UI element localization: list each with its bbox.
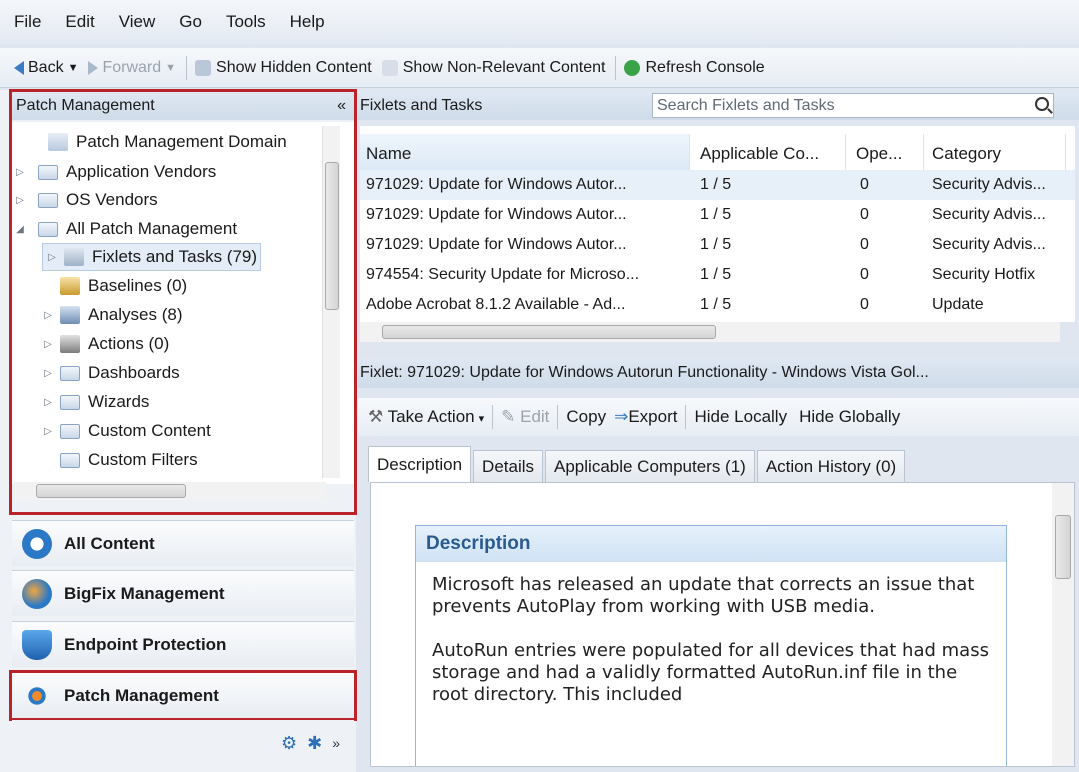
description-body: Microsoft has released an update that co… (416, 562, 1006, 740)
menu-edit[interactable]: Edit (65, 12, 94, 32)
scrollbar-thumb[interactable] (1055, 515, 1071, 579)
cell-applicable: 1 / 5 (700, 206, 732, 223)
description-paragraph: AutoRun entries were populated for all d… (432, 640, 989, 705)
cell-category: Security Advis... (932, 236, 1046, 253)
fixlet-header: Fixlet: 971029: Update for Windows Autor… (358, 358, 1079, 388)
options-icon[interactable]: ✱ (307, 733, 322, 754)
menu-view[interactable]: View (119, 12, 156, 32)
scrollbar-thumb[interactable] (382, 325, 716, 339)
non-relevant-icon (381, 59, 398, 76)
menu-bar: File Edit View Go Tools Help (0, 0, 1079, 44)
edit-button[interactable]: ✎ Edit (501, 407, 549, 427)
tab-applicable-computers[interactable]: Applicable Computers (1) (545, 450, 755, 482)
cell-open: 0 (860, 236, 869, 253)
table-horizontal-scrollbar[interactable] (360, 322, 1060, 342)
cell-open: 0 (860, 266, 869, 283)
show-hidden-content-button[interactable]: Show Hidden Content (195, 59, 372, 77)
column-header-applicable[interactable]: Applicable Co... (694, 134, 846, 174)
cell-name: 971029: Update for Windows Autor... (366, 236, 627, 253)
toolbar-divider (492, 405, 494, 429)
highlight-frame (9, 89, 357, 515)
forward-button[interactable]: Forward ▼ (88, 59, 176, 77)
fixlet-tabs: Description Details Applicable Computers… (368, 446, 907, 482)
chevron-down-icon[interactable]: ▼ (68, 62, 79, 74)
cell-category: Security Hotfix (932, 266, 1036, 283)
refresh-icon (624, 59, 641, 76)
description-heading: Description (416, 526, 1006, 562)
column-header-name[interactable]: Name (360, 134, 690, 174)
tab-details[interactable]: Details (473, 450, 544, 482)
all-content-icon (22, 528, 52, 559)
menu-help[interactable]: Help (290, 12, 325, 32)
nav-footer: ⚙ ✱ » (12, 720, 354, 766)
back-arrow-icon (14, 60, 24, 75)
fixlet-toolbar: ⚒ Take Action ▾ ✎ Edit Copy ⇒Export Hide … (358, 398, 1079, 436)
cell-open: 0 (860, 206, 869, 223)
search-input[interactable]: Search Fixlets and Tasks (652, 93, 1054, 118)
take-action-icon: ⚒ (368, 407, 388, 426)
toolbar-divider (557, 405, 559, 429)
shield-icon (22, 629, 52, 660)
hide-globally-button[interactable]: Hide Globally (799, 407, 900, 427)
menu-file[interactable]: File (14, 12, 41, 32)
tab-description[interactable]: Description (368, 446, 472, 482)
nav-bigfix-management[interactable]: BigFix Management (12, 570, 354, 616)
fixlet-title: Fixlet: 971029: Update for Windows Autor… (360, 364, 929, 381)
cell-applicable: 1 / 5 (700, 266, 732, 283)
nav-endpoint-protection[interactable]: Endpoint Protection (12, 621, 354, 667)
cell-name: 971029: Update for Windows Autor... (366, 176, 627, 193)
cell-category: Security Advis... (932, 176, 1046, 193)
cell-category: Security Advis... (932, 206, 1046, 223)
highlight-frame (9, 670, 357, 721)
cell-applicable: 1 / 5 (700, 236, 732, 253)
chevron-down-icon[interactable]: ▼ (165, 62, 176, 74)
fixlets-table: Name Applicable Co... Ope... Category 97… (360, 126, 1075, 322)
toolbar-divider (186, 55, 188, 80)
hidden-content-icon (195, 59, 212, 76)
description-paragraph: Microsoft has released an update that co… (432, 574, 975, 617)
search-icon[interactable] (1035, 97, 1049, 111)
main-toolbar: Back ▼ Forward ▼ Show Hidden Content Show … (0, 48, 1079, 88)
menu-tools[interactable]: Tools (226, 12, 266, 32)
column-header-category[interactable]: Category (926, 134, 1066, 174)
settings-icon[interactable]: ⚙ (281, 733, 297, 754)
refresh-console-button[interactable]: Refresh Console (624, 59, 765, 77)
cell-name: 971029: Update for Windows Autor... (366, 206, 627, 223)
take-action-button[interactable]: ⚒ Take Action ▾ (368, 407, 484, 427)
tab-action-history[interactable]: Action History (0) (756, 450, 906, 482)
description-box: Description Microsoft has released an up… (415, 525, 1007, 766)
list-pane-title: Fixlets and Tasks (360, 97, 483, 114)
export-button[interactable]: ⇒Export (614, 407, 677, 427)
cell-category: Update (932, 296, 984, 313)
description-scrollbar[interactable] (1052, 483, 1074, 766)
toolbar-divider (615, 55, 617, 80)
cell-open: 0 (860, 296, 869, 313)
toolbar-divider (685, 405, 687, 429)
forward-arrow-icon (88, 60, 99, 75)
overflow-chevron-icon[interactable]: » (332, 735, 340, 751)
menu-go[interactable]: Go (179, 12, 202, 32)
cell-open: 0 (860, 176, 869, 193)
column-header-open[interactable]: Ope... (850, 134, 924, 174)
cell-applicable: 1 / 5 (700, 296, 732, 313)
pencil-icon: ✎ (501, 407, 521, 426)
hide-locally-button[interactable]: Hide Locally (694, 407, 787, 427)
chevron-down-icon: ▾ (478, 413, 485, 425)
nav-all-content[interactable]: All Content (12, 520, 354, 566)
copy-button[interactable]: Copy (566, 407, 606, 427)
show-non-relevant-button[interactable]: Show Non-Relevant Content (381, 59, 605, 77)
cell-name: Adobe Acrobat 8.1.2 Available - Ad... (366, 296, 626, 313)
cell-name: 974554: Security Update for Microso... (366, 266, 640, 283)
bigfix-icon (22, 578, 52, 609)
description-panel: Description Microsoft has released an up… (370, 482, 1075, 767)
export-icon: ⇒ (614, 407, 629, 426)
cell-applicable: 1 / 5 (700, 176, 732, 193)
back-button[interactable]: Back ▼ (14, 59, 78, 77)
